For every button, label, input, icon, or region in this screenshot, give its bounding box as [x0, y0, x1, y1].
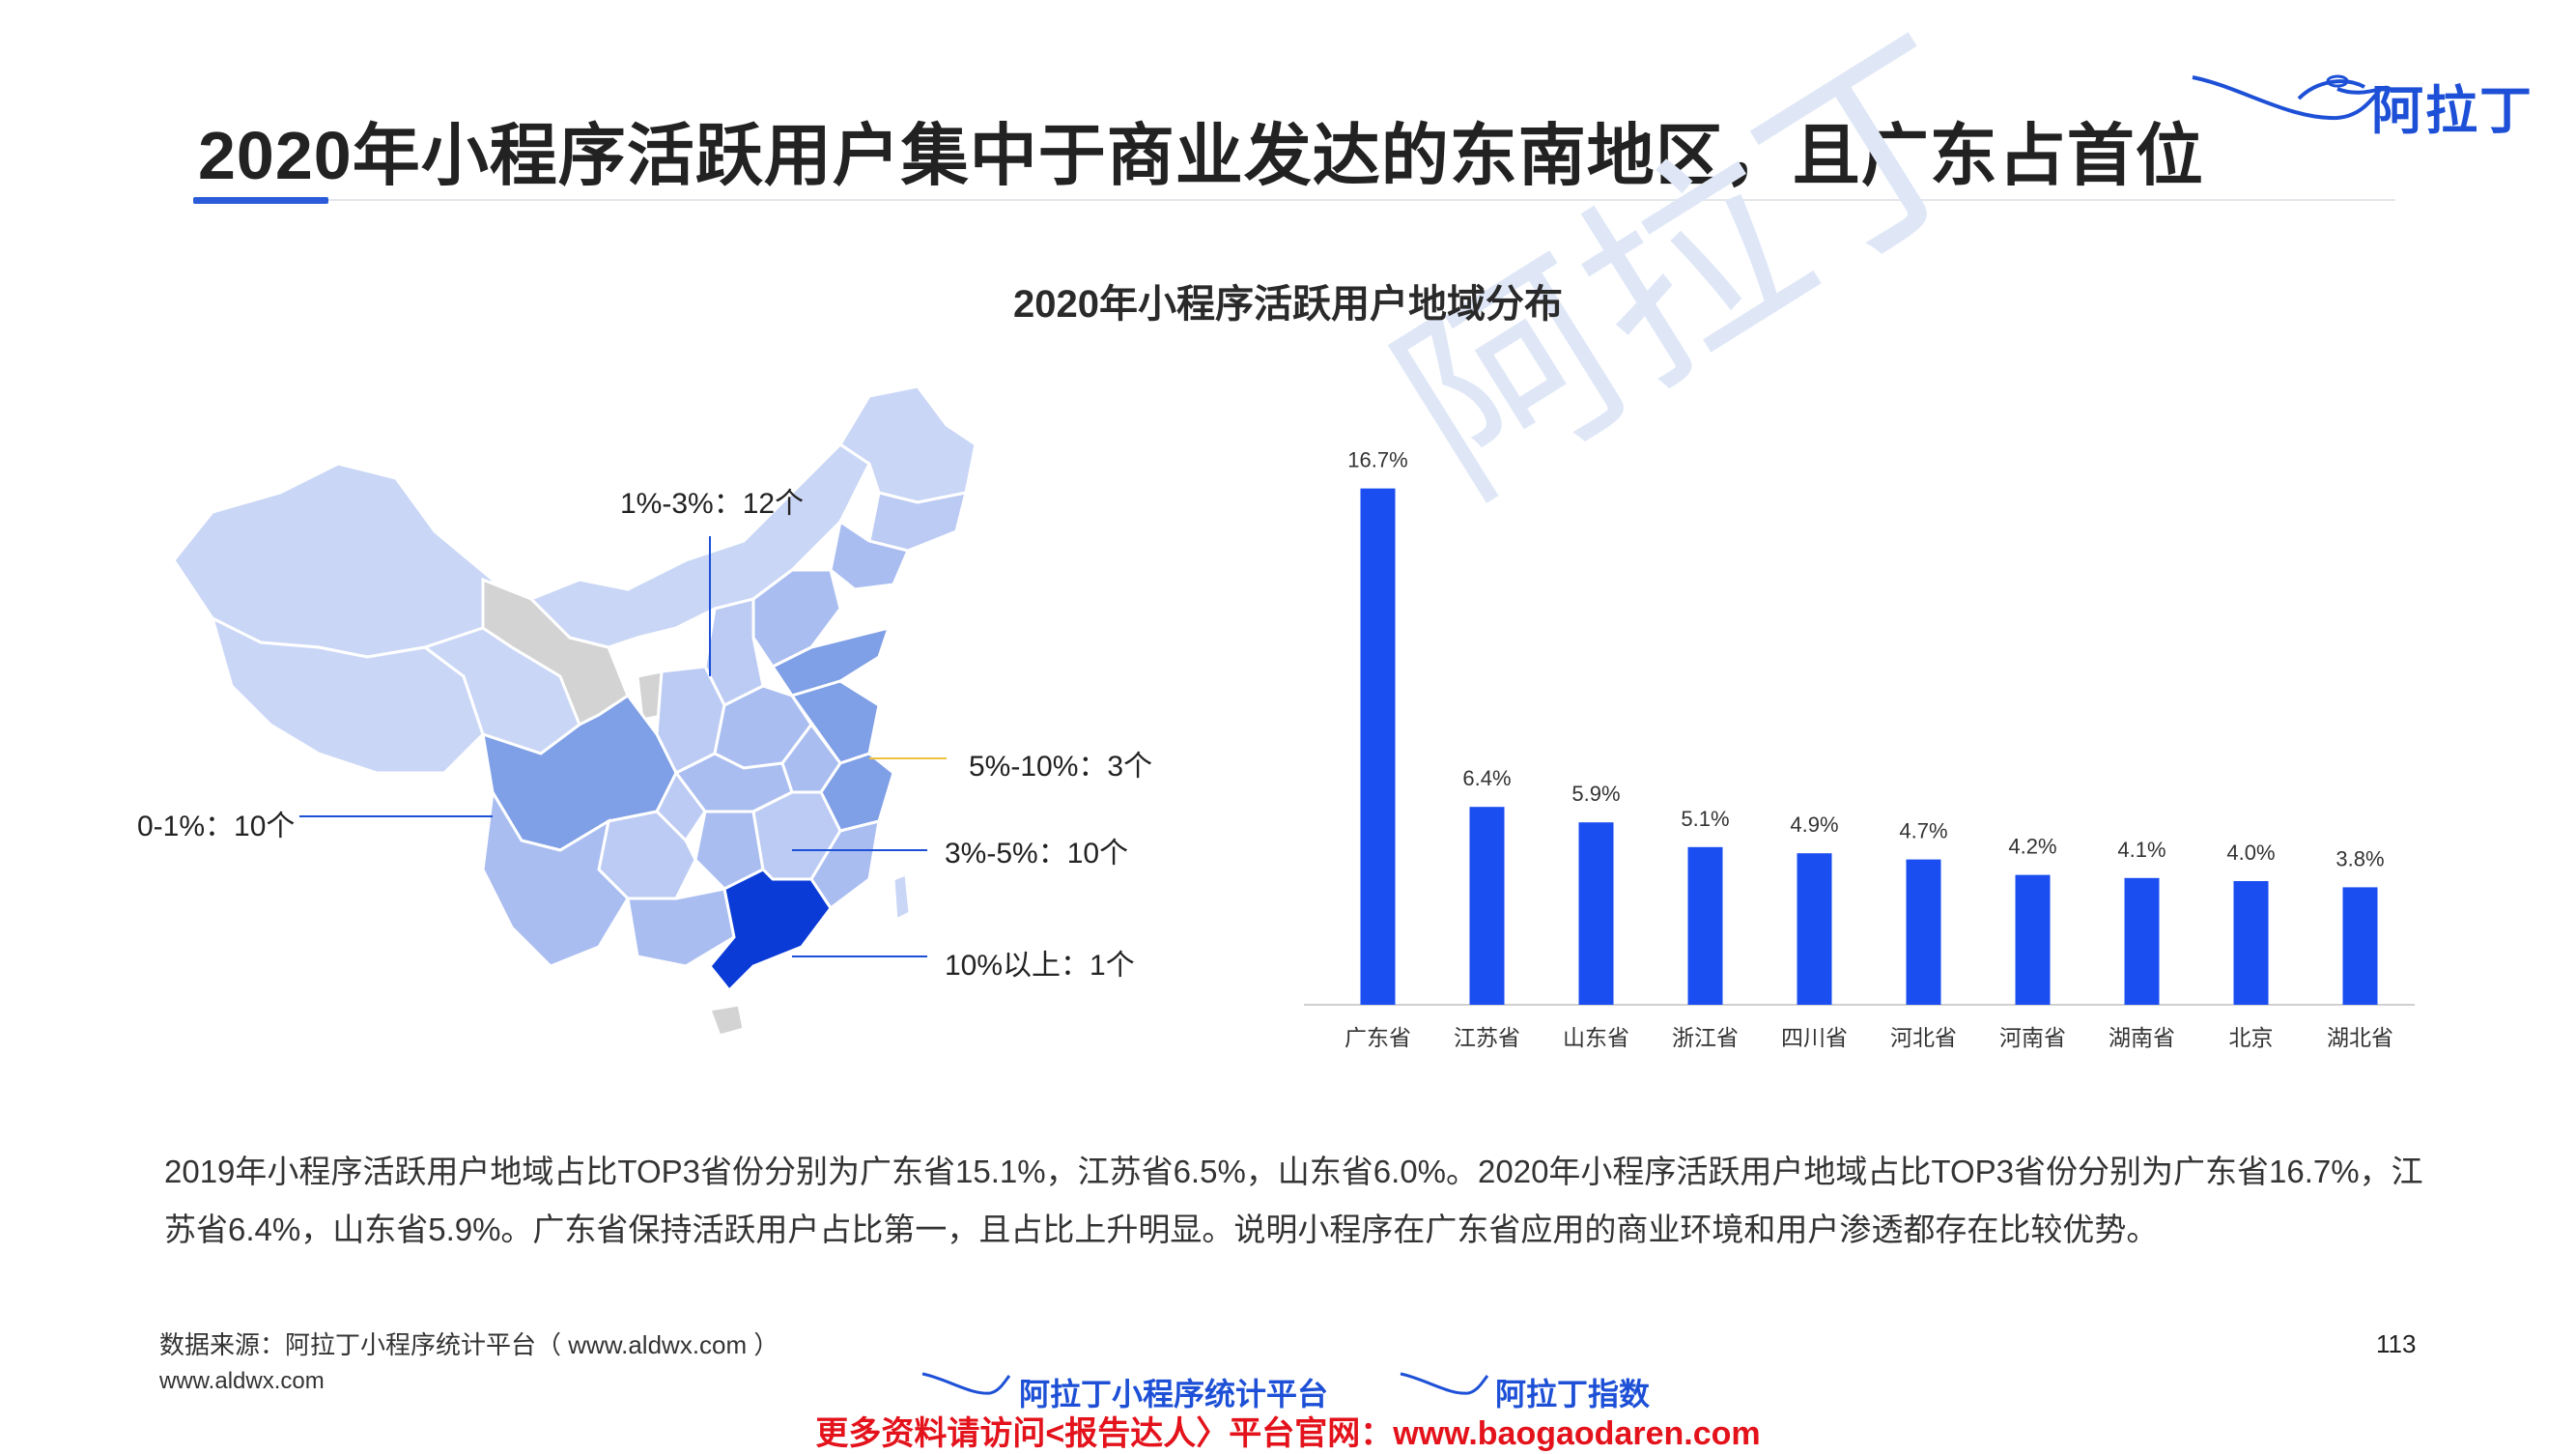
x-tick-label: 浙江省	[1672, 1025, 1739, 1050]
data-source: 数据来源：阿拉丁小程序统计平台（ www.aldwx.com ）	[159, 1330, 779, 1359]
legend-label-10-plus: 10%以上：1个	[945, 950, 1135, 982]
title-accent-bar	[193, 197, 328, 204]
map-region-jilin	[867, 491, 969, 553]
bar	[2124, 877, 2160, 1005]
data-label: 3.8%	[2335, 846, 2384, 870]
data-label: 4.7%	[1899, 819, 1947, 843]
bar	[2233, 881, 2269, 1005]
page-number: 113	[2376, 1329, 2417, 1358]
page-title: 2020年小程序活跃用户集中于商业发达的东南地区，且广东占首位	[198, 118, 2204, 193]
site-url: www.aldwx.com	[159, 1368, 325, 1394]
x-tick-label: 四川省	[1781, 1025, 1848, 1050]
data-label: 4.0%	[2226, 841, 2275, 865]
x-tick-label: 广东省	[1345, 1025, 1411, 1050]
data-label: 5.1%	[1681, 807, 1729, 831]
x-tick-label: 河北省	[1890, 1025, 1957, 1050]
legend-label-0-1: 0-1%：10个	[137, 811, 296, 842]
x-tick-label: 江苏省	[1454, 1025, 1520, 1050]
title-divider	[193, 199, 2395, 201]
x-tick-label: 北京	[2229, 1025, 2274, 1050]
map-region-heilongjiang	[837, 386, 977, 504]
footer-promo-link[interactable]: 更多资料请访问<报告达人〉平台官网：www.baogaodaren.com	[0, 1407, 2576, 1454]
bar	[2342, 887, 2378, 1005]
logo-text: 阿拉丁	[2371, 82, 2534, 140]
lamp-icon	[921, 1372, 1011, 1395]
bar	[2015, 874, 2051, 1005]
x-tick-label: 河南省	[1999, 1025, 2066, 1050]
legend-label-3-5: 3%-5%：10个	[945, 838, 1129, 870]
map-region-hainan	[707, 1003, 746, 1038]
x-tick-label: 湖南省	[2109, 1025, 2175, 1050]
bar	[1469, 807, 1505, 1005]
data-label: 5.9%	[1571, 782, 1620, 806]
legend-label-1-3: 1%-3%：12个	[620, 488, 805, 520]
bar	[1687, 846, 1723, 1005]
bar	[1360, 488, 1396, 1006]
map-region-taiwan	[892, 871, 912, 923]
lamp-icon	[1400, 1372, 1489, 1395]
data-label: 4.1%	[2117, 838, 2166, 862]
chart-title: 2020年小程序活跃用户地域分布	[1013, 283, 1563, 326]
x-tick-label: 湖北省	[2327, 1025, 2393, 1050]
x-tick-label: 山东省	[1563, 1025, 1629, 1050]
data-label: 6.4%	[1462, 766, 1511, 790]
bar	[1578, 822, 1614, 1005]
description-text: 2019年小程序活跃用户地域占比TOP3省份分别为广东省15.1%，江苏省6.5…	[164, 1154, 2423, 1247]
legend-label-5-10: 5%-10%：3个	[969, 751, 1153, 783]
bar	[1906, 859, 1941, 1005]
bar	[1797, 853, 1832, 1005]
data-label: 4.2%	[2008, 835, 2056, 859]
data-label: 16.7%	[1347, 448, 1407, 472]
bar-chart: 16.7% 广东省 6.4% 江苏省 5.9% 山东省 5.1% 浙江省 4.9% 四川省 4.7%…	[1304, 448, 2415, 1050]
data-label: 4.9%	[1790, 813, 1838, 837]
